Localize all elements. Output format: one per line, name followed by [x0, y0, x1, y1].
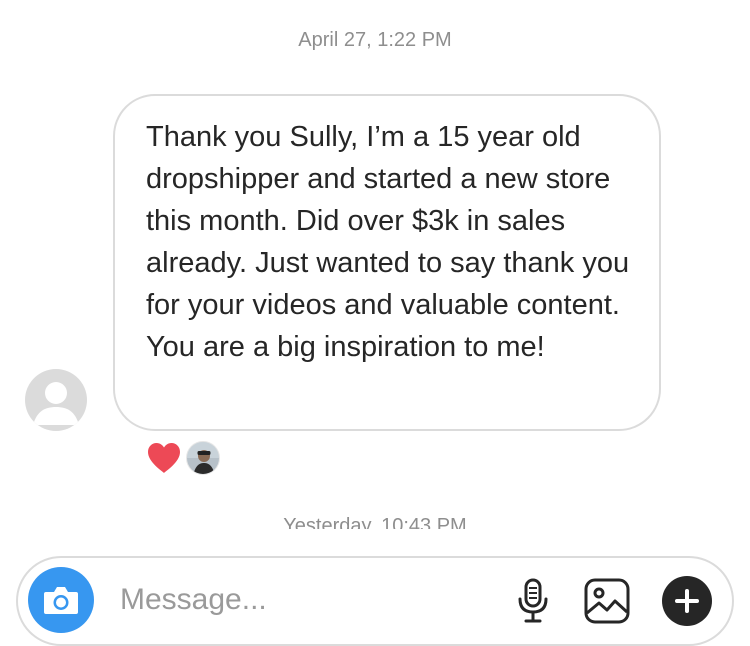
- add-button[interactable]: [662, 576, 712, 626]
- plus-icon: [675, 589, 699, 613]
- message-text: Thank you Sully, I’m a 15 year old drops…: [146, 121, 630, 363]
- camera-icon: [44, 587, 78, 614]
- gallery-icon: [584, 578, 630, 624]
- reactor-avatar: [186, 441, 220, 475]
- message-timestamp-yesterday: Yesterday, 10:43 PM: [283, 515, 467, 529]
- message-composer: [16, 556, 734, 646]
- gallery-button[interactable]: [582, 576, 632, 626]
- heart-icon: [148, 443, 180, 473]
- reactions-row[interactable]: [146, 441, 220, 475]
- sender-avatar[interactable]: [25, 369, 87, 431]
- camera-button[interactable]: [28, 567, 94, 633]
- message-bubble[interactable]: Thank you Sully, I’m a 15 year old drops…: [113, 94, 661, 431]
- microphone-icon: [518, 578, 548, 623]
- message-input[interactable]: [120, 578, 500, 622]
- default-avatar-icon: [33, 382, 79, 425]
- microphone-button[interactable]: [508, 576, 558, 626]
- message-timestamp: April 27, 1:22 PM: [298, 29, 452, 51]
